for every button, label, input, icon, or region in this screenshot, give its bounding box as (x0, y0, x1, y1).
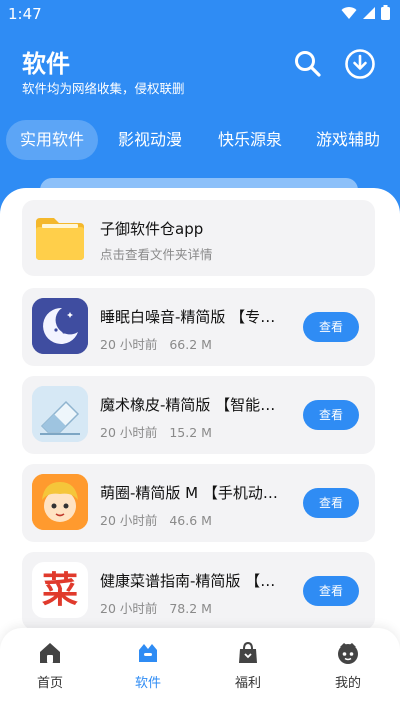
recipe-char-icon: 菜 (32, 562, 88, 618)
app-meta: 20 小时前 15.2 M (100, 422, 212, 441)
download-icon (345, 49, 375, 79)
signal-icon (363, 6, 375, 19)
app-meta: 20 小时前 78.2 M (100, 598, 212, 617)
nav-mine[interactable]: 我的 (318, 640, 378, 691)
nav-home[interactable]: 首页 (20, 640, 80, 691)
app-size: 15.2 M (169, 425, 212, 440)
list-item[interactable]: 魔术橡皮-精简版 【智能修图】 20 小时前 15.2 M 查看 (22, 376, 375, 454)
download-button[interactable] (344, 48, 376, 80)
nav-mine-label: 我的 (334, 676, 361, 691)
app-name: 睡眠白噪音-精简版 【专业助眠】 (100, 308, 290, 326)
moon-sleep-icon (32, 298, 88, 354)
app-meta: 20 小时前 66.2 M (100, 334, 212, 353)
folder-card[interactable]: 子御软件仓app 点击查看文件夹详情 (22, 200, 375, 276)
profile-icon (338, 643, 358, 664)
category-tabs: 实用软件 影视动漫 快乐源泉 游戏辅助 (0, 120, 400, 160)
nav-home-label: 首页 (36, 676, 63, 691)
battery-icon (381, 5, 390, 20)
list-item[interactable]: 睡眠白噪音-精简版 【专业助眠】 20 小时前 66.2 M 查看 (22, 288, 375, 366)
nav-welfare-label: 福利 (234, 676, 261, 691)
view-button[interactable]: 查看 (303, 488, 359, 518)
view-button[interactable]: 查看 (303, 312, 359, 342)
gift-bag-icon (239, 641, 257, 663)
anime-character-icon (32, 474, 88, 530)
recipe-char: 菜 (41, 569, 78, 611)
app-name: 萌圈-精简版 M 【手机动漫追番】 (100, 484, 290, 502)
list-item[interactable]: 菜 健康菜谱指南-精简版 【拥有百万菜谱】 20 小时前 78.2 M 查看 (22, 552, 375, 630)
app-name: 魔术橡皮-精简版 【智能修图】 (100, 396, 290, 414)
nav-welfare[interactable]: 福利 (218, 640, 278, 691)
page-subtitle: 软件均为网络收集，侵权联删 (22, 81, 185, 96)
nav-software[interactable]: 软件 (118, 640, 178, 691)
tab-game-assist[interactable]: 游戏辅助 (316, 120, 380, 160)
app-time: 20 小时前 (100, 601, 158, 616)
system-icons (341, 5, 390, 20)
app-size: 78.2 M (169, 601, 212, 616)
app-size: 66.2 M (169, 337, 212, 352)
status-bar: 1:47 (0, 0, 400, 28)
status-time: 1:47 (8, 5, 42, 23)
view-button[interactable]: 查看 (303, 400, 359, 430)
tab-happy-source[interactable]: 快乐源泉 (218, 120, 282, 160)
software-icon (139, 644, 157, 662)
folder-title: 子御软件仓app (100, 220, 204, 238)
folder-icon (32, 210, 88, 266)
app-name: 健康菜谱指南-精简版 【拥有百万菜谱】 (100, 572, 290, 590)
wifi-icon (341, 6, 357, 19)
search-icon (295, 51, 321, 77)
tab-film-anime[interactable]: 影视动漫 (118, 120, 182, 160)
app-time: 20 小时前 (100, 513, 158, 528)
tab-practical-software[interactable]: 实用软件 (6, 120, 99, 160)
app-time: 20 小时前 (100, 337, 158, 352)
list-item[interactable]: 萌圈-精简版 M 【手机动漫追番】 20 小时前 46.6 M 查看 (22, 464, 375, 542)
app-time: 20 小时前 (100, 425, 158, 440)
page-title: 软件 (22, 50, 70, 78)
home-icon (40, 643, 60, 663)
bottom-nav: 首页 软件 福利 我的 (0, 628, 400, 709)
folder-subtitle: 点击查看文件夹详情 (100, 247, 213, 262)
app-size: 46.6 M (169, 513, 212, 528)
view-button[interactable]: 查看 (303, 576, 359, 606)
search-button[interactable] (292, 48, 324, 80)
nav-software-label: 软件 (134, 676, 161, 691)
app-meta: 20 小时前 46.6 M (100, 510, 212, 529)
eraser-icon (32, 386, 88, 442)
